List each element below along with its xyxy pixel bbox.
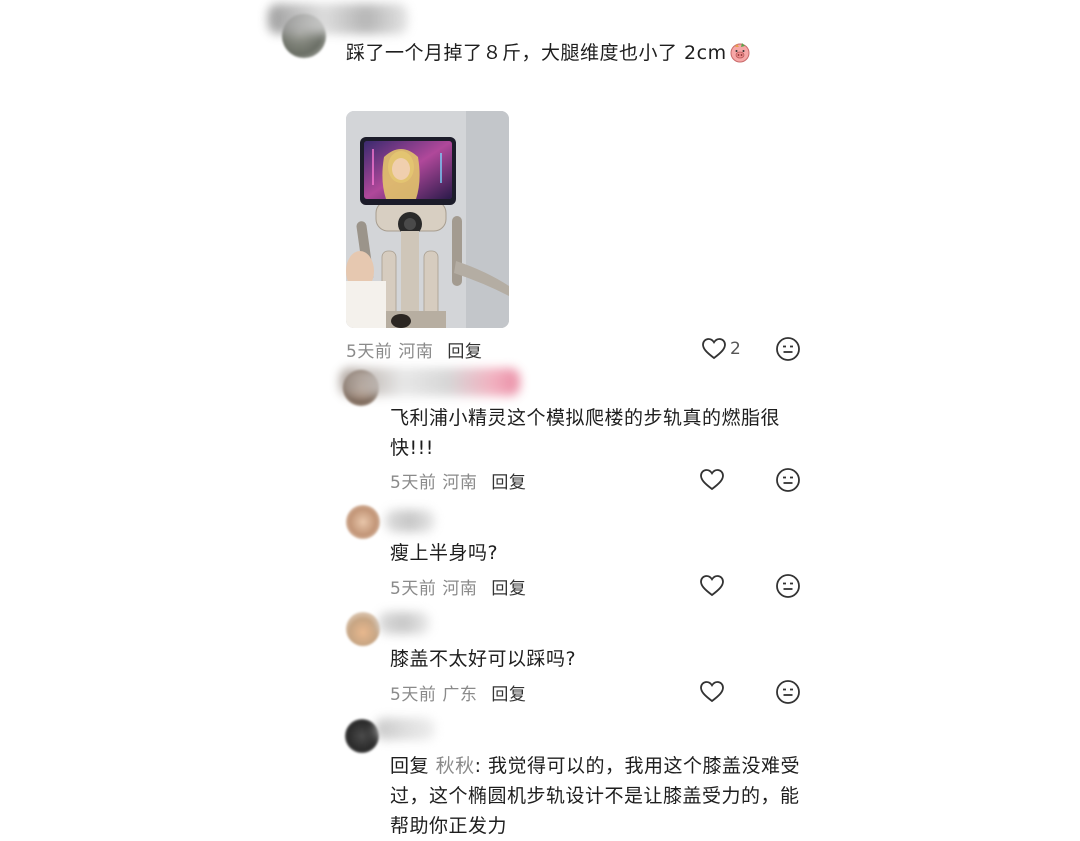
comment-meta: 5天前 河南 回复: [390, 468, 526, 493]
like-heart-icon[interactable]: [701, 336, 727, 362]
post-location: 河南: [398, 342, 434, 362]
like-count: 2: [730, 339, 741, 359]
post-reply-button[interactable]: 回复: [447, 342, 482, 362]
emoji-react-icon[interactable]: [775, 467, 801, 493]
emoji-react-icon[interactable]: [775, 679, 801, 705]
comment-meta: 5天前 广东 回复: [390, 680, 526, 705]
reply-to-username[interactable]: 秋秋: [436, 755, 475, 777]
comment-time: 5天前: [390, 473, 437, 493]
comment-avatar[interactable]: [345, 719, 379, 753]
pig-face-emoji-icon: [729, 41, 751, 63]
comment-username-blurred[interactable]: [378, 612, 430, 634]
comment-location: 广东: [442, 685, 478, 705]
comment-text-line: 帮助你正发力: [390, 815, 508, 837]
comment-avatar[interactable]: [346, 505, 380, 539]
post-time: 5天前: [346, 342, 393, 362]
emoji-react-icon[interactable]: [775, 573, 801, 599]
comment-username-blurred[interactable]: [385, 510, 435, 532]
post-text: 踩了一个月掉了８斤，大腿维度也小了 2cm: [346, 38, 751, 68]
comment-text-line: : 我觉得可以的，我用这个膝盖没难受: [474, 755, 801, 777]
comment-text-line: 过，这个椭圆机步轨设计不是让膝盖受力的，能: [390, 785, 800, 807]
comment-text-line: 快!!!: [390, 437, 434, 459]
like-heart-icon[interactable]: [699, 573, 725, 599]
emoji-react-icon[interactable]: [775, 336, 801, 362]
comment-location: 河南: [442, 579, 478, 599]
post-text-content: 踩了一个月掉了８斤，大腿维度也小了 2cm: [346, 42, 727, 64]
post-meta: 5天前 河南 回复: [346, 337, 482, 362]
comment-text: 瘦上半身吗?: [390, 538, 498, 568]
comment-text-line: 膝盖不太好可以踩吗?: [390, 648, 577, 670]
comment-meta: 5天前 河南 回复: [390, 574, 526, 599]
post-photo[interactable]: [346, 111, 509, 328]
comment-text: 飞利浦小精灵这个模拟爬楼的步轨真的燃脂很 快!!!: [390, 403, 780, 463]
comment-reply-button[interactable]: 回复: [491, 473, 526, 493]
comment-reply-button[interactable]: 回复: [491, 579, 526, 599]
username-blurred[interactable]: [268, 4, 408, 34]
comment-text-line: 瘦上半身吗?: [390, 542, 499, 564]
comment-reply-button[interactable]: 回复: [491, 685, 526, 705]
like-heart-icon[interactable]: [699, 467, 725, 493]
reply-prefix: 回复: [390, 755, 430, 777]
comment-location: 河南: [442, 473, 478, 493]
comment-username-blurred[interactable]: [375, 718, 435, 740]
comment-time: 5天前: [390, 579, 437, 599]
comment-avatar[interactable]: [346, 612, 380, 646]
comment-text: 回复 秋秋: 我觉得可以的，我用这个膝盖没难受 过，这个椭圆机步轨设计不是让膝盖…: [390, 751, 800, 841]
comment-text-line: 飞利浦小精灵这个模拟爬楼的步轨真的燃脂很: [390, 407, 781, 429]
comment-time: 5天前: [390, 685, 437, 705]
comment-username-blurred[interactable]: [340, 368, 520, 396]
like-heart-icon[interactable]: [699, 679, 725, 705]
comment-text: 膝盖不太好可以踩吗?: [390, 644, 576, 674]
